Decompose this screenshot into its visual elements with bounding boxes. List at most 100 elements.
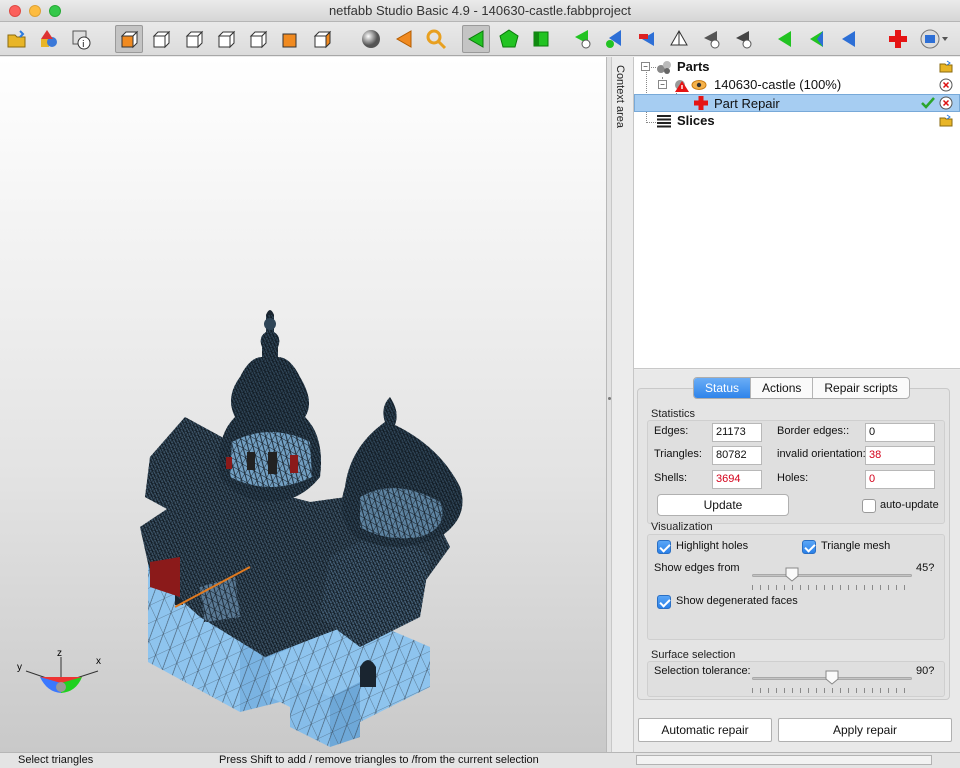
open-project-icon[interactable]	[3, 25, 31, 53]
select-shell-icon[interactable]	[527, 25, 555, 53]
open-folder-icon[interactable]	[939, 60, 953, 74]
more-tools-icon[interactable]	[914, 25, 954, 53]
part-label: 140630-castle (100%)	[714, 77, 842, 92]
shells-value: 3694	[712, 470, 762, 489]
context-area-strip[interactable]: Context area	[612, 57, 634, 752]
select-triangle-icon[interactable]	[462, 25, 490, 53]
flip-blue-icon[interactable]	[834, 25, 862, 53]
show-edges-slider[interactable]	[752, 574, 912, 577]
triangles-value: 80782	[712, 446, 762, 465]
visualization-title: Visualization	[651, 521, 713, 533]
right-dome	[341, 397, 463, 547]
3d-viewport[interactable]: z y x	[0, 57, 606, 752]
invalid-orientation-label: invalid orientation:	[777, 448, 866, 460]
show-edges-label: Show edges from	[654, 562, 740, 574]
checkmark-icon[interactable]	[921, 96, 935, 110]
triangle-mesh-label: Triangle mesh	[821, 540, 891, 552]
context-area-label: Context area	[614, 65, 626, 128]
invalid-orientation-value: 38	[865, 446, 935, 465]
automatic-repair-button[interactable]: Automatic repair	[638, 718, 772, 742]
show-edges-value: 45?	[916, 562, 935, 574]
add-part-icon[interactable]	[35, 25, 63, 53]
axis-gizmo: z y x	[17, 648, 101, 693]
cut-icon[interactable]	[633, 25, 661, 53]
view-back-icon[interactable]	[147, 25, 175, 53]
project-tree[interactable]: − Parts − 140630-castle (100%) Part Repa…	[634, 57, 960, 369]
add-point-icon[interactable]	[600, 25, 628, 53]
degenerated-faces-checkbox[interactable]	[657, 595, 671, 609]
collapse-toggle-icon[interactable]: −	[658, 80, 667, 89]
part-info-icon[interactable]: i	[67, 25, 95, 53]
tree-item-part-repair[interactable]: Part Repair	[634, 94, 960, 112]
triangle-color-icon[interactable]	[390, 25, 418, 53]
repair-panel: Status Actions Repair scripts Statistics…	[634, 370, 960, 752]
zoom-icon[interactable]	[422, 25, 450, 53]
status-bar: Select triangles Press Shift to add / re…	[0, 752, 960, 768]
flip-green-icon[interactable]	[770, 25, 798, 53]
view-left-icon[interactable]	[180, 25, 208, 53]
close-window-button[interactable]	[9, 5, 21, 17]
remove-selection-icon[interactable]	[729, 25, 757, 53]
shaded-sphere-icon[interactable]	[357, 25, 385, 53]
triangle-mesh-checkbox[interactable]	[802, 540, 816, 554]
holes-label: Holes:	[777, 472, 809, 484]
zoom-window-button[interactable]	[49, 5, 61, 17]
view-top-icon[interactable]	[244, 25, 272, 53]
highlight-holes-checkbox[interactable]	[657, 540, 671, 554]
warning-part-icon	[675, 80, 689, 92]
flip-green-alt-icon[interactable]	[802, 25, 830, 53]
add-triangle-icon[interactable]	[568, 25, 596, 53]
slices-label: Slices	[677, 113, 715, 128]
open-folder-icon[interactable]	[939, 114, 953, 128]
border-edges-value: 0	[865, 423, 935, 442]
minimize-window-button[interactable]	[29, 5, 41, 17]
remove-part-icon[interactable]	[939, 78, 953, 92]
update-button[interactable]: Update	[657, 494, 789, 516]
selection-tolerance-value: 90?	[916, 665, 935, 677]
remove-triangle-icon[interactable]	[697, 25, 725, 53]
apply-repair-button[interactable]: Apply repair	[778, 718, 952, 742]
pyramid-icon[interactable]	[665, 25, 693, 53]
repair-tabs: Status Actions Repair scripts	[693, 377, 910, 399]
main-tower	[219, 310, 321, 502]
status-tab-content: Statistics Edges: 21173 Border edges:: 0…	[637, 388, 950, 700]
select-surface-icon[interactable]	[495, 25, 523, 53]
edges-label: Edges:	[654, 425, 689, 437]
shells-label: Shells:	[654, 472, 688, 484]
view-front-icon[interactable]	[115, 25, 143, 53]
view-right-icon[interactable]	[212, 25, 240, 53]
slices-icon	[657, 115, 671, 128]
toolbar: i	[0, 22, 960, 56]
selection-tolerance-ticks	[752, 688, 912, 693]
axis-z-label: z	[57, 648, 62, 659]
view-bottom-icon[interactable]	[276, 25, 304, 53]
tab-actions[interactable]: Actions	[751, 378, 814, 398]
title-bar: netfabb Studio Basic 4.9 - 140630-castle…	[0, 0, 960, 22]
tree-item-slices[interactable]: Slices	[634, 112, 960, 130]
tree-item-part[interactable]: − 140630-castle (100%)	[634, 76, 960, 94]
auto-update-checkbox[interactable]	[862, 499, 876, 513]
tree-item-parts[interactable]: − Parts	[634, 58, 960, 76]
surface-selection-group: Selection tolerance: 90?	[647, 661, 945, 697]
statistics-title: Statistics	[651, 408, 696, 420]
status-progress	[636, 755, 932, 765]
selection-tolerance-slider-thumb[interactable]	[824, 669, 840, 685]
surface-selection-title: Surface selection	[651, 649, 736, 661]
edges-value: 21173	[712, 423, 762, 442]
collapse-toggle-icon[interactable]: −	[641, 62, 650, 71]
part-repair-label: Part Repair	[714, 96, 780, 111]
degenerated-faces-label: Show degenerated faces	[676, 595, 798, 607]
repair-cross-icon[interactable]	[884, 25, 912, 53]
show-edges-slider-thumb[interactable]	[784, 566, 800, 582]
highlight-holes-label: Highlight holes	[676, 540, 749, 552]
border-edges-label: Border edges::	[777, 425, 850, 437]
close-repair-icon[interactable]	[939, 96, 953, 110]
show-edges-ticks	[752, 585, 912, 590]
tab-status[interactable]: Status	[694, 378, 752, 398]
parts-icon	[657, 61, 671, 74]
status-hint: Press Shift to add / remove triangles to…	[219, 754, 539, 766]
tab-repair-scripts[interactable]: Repair scripts	[813, 378, 908, 398]
view-iso-icon[interactable]	[308, 25, 336, 53]
svg-text:i: i	[82, 40, 85, 50]
visibility-eye-icon[interactable]	[691, 77, 707, 93]
